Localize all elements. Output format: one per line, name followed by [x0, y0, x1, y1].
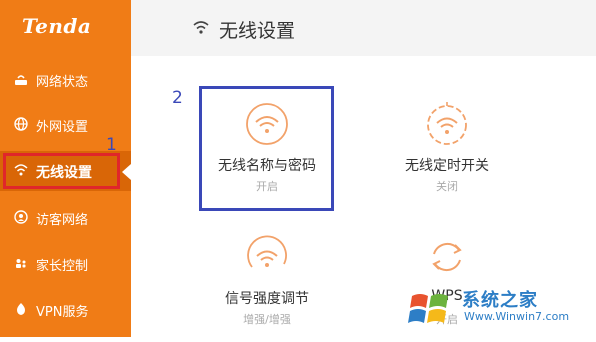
card-name: 信号强度调节	[225, 291, 309, 307]
annotation-step-2: 2	[172, 88, 183, 108]
card-signal-strength[interactable]: 信号强度调节 增强/增强	[202, 222, 332, 342]
wifi-icon	[193, 21, 209, 34]
windows-logo-icon	[408, 294, 448, 323]
sidebar-item-parental-control[interactable]: 家长控制	[0, 244, 131, 284]
sidebar-item-vpn[interactable]: VPN服务	[0, 290, 131, 330]
wifi-signal-icon	[247, 235, 287, 268]
refresh-icon	[432, 242, 462, 272]
annotation-highlight-sidebar	[3, 153, 120, 189]
sidebar-item-label: 网络状态	[36, 75, 89, 90]
sidebar-item-label: 访客网络	[36, 213, 89, 228]
watermark: 系统之家 Www.Winwin7.com	[400, 282, 596, 337]
page-header: 无线设置	[131, 0, 596, 56]
annotation-step-1: 1	[106, 135, 117, 155]
vpn-icon	[17, 303, 25, 315]
guest-icon	[14, 210, 28, 224]
sidebar-item-label: 外网设置	[36, 120, 89, 135]
card-wireless-timer[interactable]: 无线定时开关 关闭	[382, 89, 512, 209]
sidebar-item-label: 家长控制	[36, 259, 89, 274]
parental-control-icon	[16, 259, 26, 268]
card-status: 关闭	[436, 180, 458, 193]
watermark-url: Www.Winwin7.com	[464, 310, 570, 323]
globe-icon	[14, 117, 28, 131]
network-status-icon	[15, 75, 27, 85]
annotation-highlight-card	[199, 86, 334, 211]
card-status: 增强/增强	[243, 313, 291, 326]
sidebar-item-network-status[interactable]: 网络状态	[0, 60, 131, 100]
wifi-timer-icon	[427, 102, 467, 145]
tenda-logo: Tenda	[22, 14, 92, 38]
page-title: 无线设置	[219, 20, 296, 42]
card-name: 无线定时开关	[405, 158, 489, 174]
watermark-text: 系统之家	[462, 290, 538, 311]
sidebar-item-label: VPN服务	[36, 305, 89, 320]
sidebar-item-guest-network[interactable]: 访客网络	[0, 198, 131, 238]
active-indicator	[122, 164, 131, 180]
